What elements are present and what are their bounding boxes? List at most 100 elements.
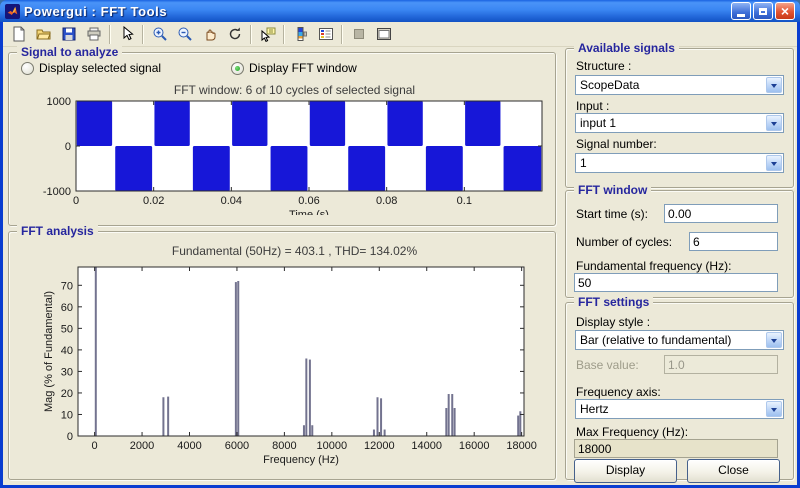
max-frequency-label: Max Frequency (Hz):	[576, 425, 688, 439]
toolbar-separator	[341, 25, 343, 44]
fft-plot-title: Fundamental (50Hz) = 403.1 , THD= 134.02…	[41, 244, 548, 258]
start-time-field[interactable]	[664, 204, 778, 223]
brush-disabled-icon	[346, 23, 371, 46]
structure-value: ScopeData	[580, 78, 639, 92]
svg-text:40: 40	[61, 345, 73, 357]
cycles-field[interactable]	[689, 232, 778, 251]
rotate-3d-icon[interactable]	[222, 23, 247, 46]
open-folder-icon[interactable]	[31, 23, 56, 46]
new-document-icon[interactable]	[6, 23, 31, 46]
svg-text:14000: 14000	[411, 440, 442, 452]
display-style-select[interactable]: Bar (relative to fundamental)	[575, 330, 784, 350]
chevron-down-icon[interactable]	[766, 155, 782, 171]
axes-window-icon[interactable]	[371, 23, 396, 46]
radio-label: Display FFT window	[249, 61, 357, 75]
frequency-axis-label: Frequency axis:	[576, 385, 661, 399]
fundamental-frequency-field[interactable]	[574, 273, 778, 292]
svg-text:0.04: 0.04	[221, 195, 242, 207]
save-icon[interactable]	[56, 23, 81, 46]
print-icon[interactable]	[81, 23, 106, 46]
svg-text:10000: 10000	[317, 440, 348, 452]
svg-text:0: 0	[73, 195, 79, 207]
fft-settings-group: FFT settings Display style : Bar (relati…	[565, 302, 794, 480]
display-fft-window-radio[interactable]: Display FFT window	[231, 61, 357, 75]
radio-off-icon	[21, 62, 34, 75]
signal-number-select[interactable]: 1	[575, 153, 784, 173]
fft-group-title: FFT analysis	[17, 224, 98, 238]
window-title: Powergui : FFT Tools	[24, 4, 729, 19]
svg-text:0: 0	[92, 440, 98, 452]
svg-text:8000: 8000	[272, 440, 296, 452]
zoom-in-icon[interactable]	[147, 23, 172, 46]
powergui-fft-window: Powergui : FFT Tools × Signal to analyze…	[0, 0, 800, 488]
svg-text:18000: 18000	[506, 440, 537, 452]
svg-text:1000: 1000	[47, 97, 71, 108]
fft-settings-title: FFT settings	[574, 295, 653, 309]
title-bar[interactable]: Powergui : FFT Tools ×	[0, 0, 800, 22]
signal-number-label: Signal number:	[576, 137, 657, 151]
svg-text:Time (s): Time (s)	[289, 209, 329, 215]
fft-window-title: FFT window	[574, 183, 651, 197]
svg-text:4000: 4000	[177, 440, 201, 452]
svg-text:50: 50	[61, 323, 73, 335]
svg-text:0.1: 0.1	[457, 195, 472, 207]
fundamental-frequency-label: Fundamental frequency (Hz):	[576, 259, 731, 273]
cycles-label: Number of cycles:	[576, 235, 672, 249]
structure-label: Structure :	[576, 59, 631, 73]
toolbar-separator	[109, 25, 111, 44]
svg-text:0.08: 0.08	[376, 195, 397, 207]
signal-plot: 00.020.040.060.080.1-100001000Time (s)	[41, 97, 548, 215]
input-select[interactable]: input 1	[575, 113, 784, 133]
colorbar-icon[interactable]	[288, 23, 313, 46]
zoom-out-icon[interactable]	[172, 23, 197, 46]
matlab-icon	[5, 4, 20, 19]
svg-text:20: 20	[61, 388, 73, 400]
radio-on-icon	[231, 62, 244, 75]
input-value: input 1	[580, 116, 616, 130]
toolbar-separator	[142, 25, 144, 44]
signal-plot-title: FFT window: 6 of 10 cycles of selected s…	[41, 83, 548, 97]
insert-legend-icon[interactable]	[313, 23, 338, 46]
fft-plot: 0200040006000800010000120001400016000180…	[41, 259, 548, 473]
svg-text:Frequency (Hz): Frequency (Hz)	[263, 454, 339, 466]
base-value-field	[664, 355, 778, 374]
structure-select[interactable]: ScopeData	[575, 75, 784, 95]
data-cursor-icon[interactable]	[255, 23, 280, 46]
svg-text:Mag (% of Fundamental): Mag (% of Fundamental)	[43, 291, 55, 412]
svg-text:70: 70	[61, 280, 73, 292]
pan-hand-icon[interactable]	[197, 23, 222, 46]
input-label: Input :	[576, 99, 609, 113]
svg-text:12000: 12000	[364, 440, 395, 452]
minimize-button[interactable]	[731, 2, 751, 20]
max-frequency-field[interactable]	[574, 439, 778, 458]
base-value-label: Base value:	[576, 358, 639, 372]
svg-text:60: 60	[61, 302, 73, 314]
svg-text:0: 0	[67, 431, 73, 443]
maximize-button[interactable]	[753, 2, 773, 20]
toolbar-separator	[250, 25, 252, 44]
start-time-label: Start time (s):	[576, 207, 648, 221]
svg-text:2000: 2000	[130, 440, 154, 452]
display-selected-signal-radio[interactable]: Display selected signal	[21, 61, 161, 75]
signal-group-title: Signal to analyze	[17, 45, 122, 59]
svg-text:0.02: 0.02	[143, 195, 164, 207]
svg-text:-1000: -1000	[43, 186, 71, 198]
signal-number-value: 1	[580, 156, 587, 170]
svg-text:30: 30	[61, 366, 73, 378]
radio-label: Display selected signal	[39, 61, 161, 75]
close-dialog-button[interactable]: Close	[687, 459, 780, 483]
svg-text:16000: 16000	[459, 440, 490, 452]
chevron-down-icon[interactable]	[766, 401, 782, 417]
chevron-down-icon[interactable]	[766, 77, 782, 93]
signal-to-analyze-group: Signal to analyze Display selected signa…	[8, 52, 556, 226]
cursor-icon[interactable]	[114, 23, 139, 46]
close-button[interactable]: ×	[775, 2, 795, 20]
chevron-down-icon[interactable]	[766, 115, 782, 131]
available-signals-group: Available signals Structure : ScopeData …	[565, 48, 794, 188]
toolbar-separator	[283, 25, 285, 44]
svg-text:0.06: 0.06	[298, 195, 319, 207]
chevron-down-icon[interactable]	[766, 332, 782, 348]
display-button[interactable]: Display	[574, 459, 677, 483]
display-style-label: Display style :	[576, 315, 650, 329]
frequency-axis-select[interactable]: Hertz	[575, 399, 784, 419]
